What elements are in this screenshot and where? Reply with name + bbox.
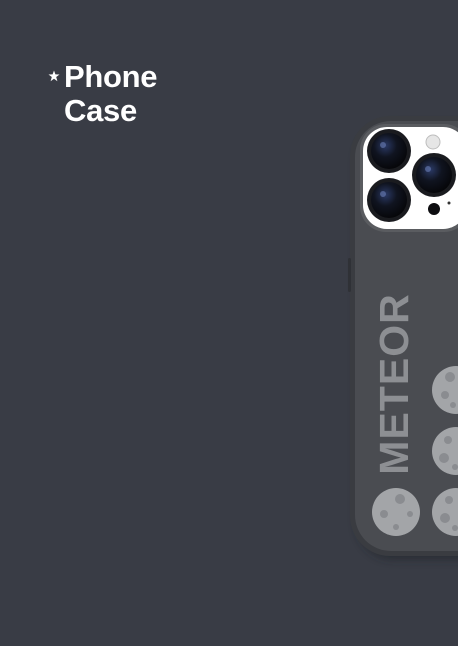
microphone-dot bbox=[447, 201, 451, 205]
moon-icon bbox=[372, 488, 420, 536]
camera-lens bbox=[367, 178, 411, 222]
side-button bbox=[348, 258, 351, 292]
lidar-sensor bbox=[428, 203, 440, 215]
brand-text-wrap: METEOR bbox=[376, 291, 412, 477]
brand-text: METEOR bbox=[376, 293, 412, 475]
camera-module bbox=[360, 124, 458, 232]
flash-icon bbox=[425, 134, 441, 150]
camera-lens bbox=[367, 129, 411, 173]
camera-lens bbox=[412, 153, 456, 197]
